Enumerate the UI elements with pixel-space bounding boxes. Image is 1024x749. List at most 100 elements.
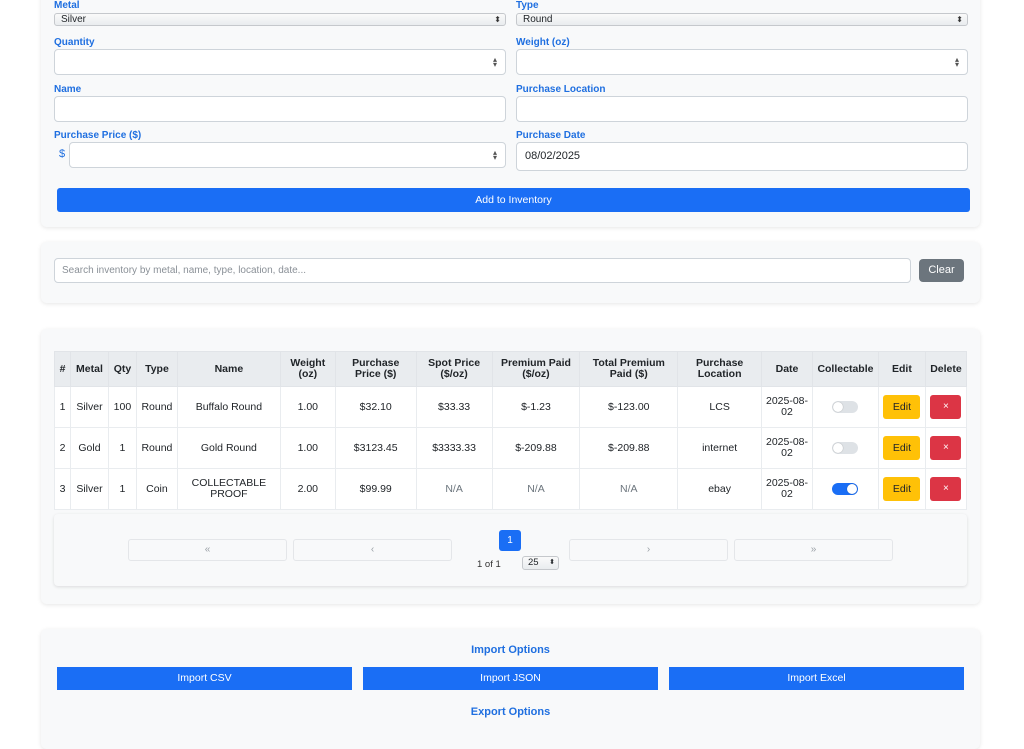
col-header-edit: Edit [877,351,926,387]
cell-type: Round [135,427,178,469]
select-arrows-icon: ⬍ [956,15,963,24]
cell-name: COLLECTABLE PROOF [176,468,281,510]
col-header-num[interactable]: # [54,351,71,387]
col-header-spot-price[interactable]: Spot Price ($/oz) [415,351,493,387]
spinner-icon[interactable]: ▴ ▾ [493,56,497,69]
quantity-label: Quantity [54,37,95,48]
collectable-toggle[interactable] [832,401,859,413]
toggle-knob [847,484,858,494]
col-header-total-premium[interactable]: Total Premium Paid ($) [579,351,679,387]
cell-delete: × [924,386,968,428]
col-header-weight[interactable]: Weight (oz) [279,351,336,387]
add-item-form: Metal Silver ⬍ Type Round ⬍ Quantity ▴ ▾ … [41,0,980,227]
import-excel-button[interactable]: Import Excel [669,667,964,690]
prev-page-button[interactable]: ‹ [293,539,452,561]
first-page-button[interactable]: « [128,539,287,561]
inventory-table: # Metal Qty Type Name Weight (oz) Purcha… [54,351,968,510]
cell-weight: 1.00 [279,427,336,469]
cell-metal: Silver [69,468,109,510]
cell-location: ebay [677,468,763,510]
delete-button[interactable]: × [930,395,962,419]
page-size-value: 25 [528,557,539,568]
currency-symbol: $ [59,148,66,160]
inventory-panel: # Metal Qty Type Name Weight (oz) Purcha… [41,329,980,604]
cell-date: 2025-08-02 [761,468,813,510]
cell-name: Gold Round [176,427,281,469]
cell-purchase-price: $32.10 [334,386,417,428]
metal-select[interactable]: Silver ⬍ [54,13,506,26]
select-arrows-icon: ⬍ [494,15,501,24]
cell-edit: Edit [877,427,926,469]
edit-button[interactable]: Edit [883,436,921,460]
cell-num: 1 [54,386,71,428]
edit-button[interactable]: Edit [883,477,921,501]
weight-input[interactable]: ▴ ▾ [516,49,968,75]
last-page-button[interactable]: » [734,539,893,561]
cell-collectable [811,386,879,428]
delete-button[interactable]: × [930,477,962,501]
cell-total-premium: N/A [579,468,679,510]
cell-purchase-price: $99.99 [334,468,417,510]
toggle-knob [833,443,844,453]
collectable-toggle[interactable] [832,483,859,495]
cell-metal: Gold [69,427,109,469]
col-header-metal[interactable]: Metal [69,351,109,387]
cell-delete: × [924,427,968,469]
pagination: « ‹ 1 1 of 1 25 ⬍ › » [54,514,967,586]
col-header-purchase-location[interactable]: Purchase Location [677,351,763,387]
edit-button[interactable]: Edit [883,395,921,419]
cell-purchase-price: $3123.45 [334,427,417,469]
import-json-button[interactable]: Import JSON [363,667,658,690]
table-row: 3 Silver 1 Coin COLLECTABLE PROOF 2.00 $… [54,468,968,510]
cell-type: Round [135,386,178,428]
current-page-button[interactable]: 1 [499,530,521,551]
type-select[interactable]: Round ⬍ [516,13,968,26]
name-input[interactable] [54,96,506,122]
purchase-date-label: Purchase Date [516,130,586,141]
cell-premium-paid: $-1.23 [491,386,581,428]
purchase-location-label: Purchase Location [516,84,606,95]
purchase-price-input[interactable]: ▴ ▾ [69,142,506,168]
purchase-location-input[interactable] [516,96,968,122]
cell-weight: 1.00 [279,386,336,428]
col-header-collectable[interactable]: Collectable [811,351,879,387]
toggle-knob [833,402,844,412]
quantity-input[interactable]: ▴ ▾ [54,49,506,75]
spinner-icon[interactable]: ▴ ▾ [493,149,497,162]
cell-num: 2 [54,427,71,469]
export-options-title: Export Options [470,706,551,718]
col-header-purchase-price[interactable]: Purchase Price ($) [334,351,417,387]
cell-collectable [811,427,879,469]
metal-select-value: Silver [61,14,87,25]
spinner-icon[interactable]: ▴ ▾ [955,56,959,69]
cell-name: Buffalo Round [176,386,281,428]
collectable-toggle[interactable] [832,442,859,454]
search-input[interactable]: Search inventory by metal, name, type, l… [54,258,911,283]
cell-metal: Silver [69,386,109,428]
cell-num: 3 [54,468,71,510]
cell-qty: 1 [107,468,137,510]
col-header-type[interactable]: Type [135,351,178,387]
cell-edit: Edit [877,468,926,510]
cell-edit: Edit [877,386,926,428]
col-header-name[interactable]: Name [176,351,281,387]
col-header-premium-paid[interactable]: Premium Paid ($/oz) [491,351,581,387]
page-size-select[interactable]: 25 ⬍ [522,556,559,570]
delete-button[interactable]: × [930,436,962,460]
cell-qty: 1 [107,427,137,469]
purchase-date-input[interactable]: 08/02/2025 [516,142,968,171]
search-panel: Search inventory by metal, name, type, l… [41,242,980,303]
cell-location: internet [677,427,763,469]
cell-total-premium: $-123.00 [579,386,679,428]
col-header-delete: Delete [924,351,968,387]
col-header-qty[interactable]: Qty [107,351,137,387]
col-header-date[interactable]: Date [761,351,813,387]
import-csv-button[interactable]: Import CSV [57,667,352,690]
cell-delete: × [924,468,968,510]
add-to-inventory-button[interactable]: Add to Inventory [57,188,970,212]
next-page-button[interactable]: › [569,539,728,561]
table-header-row: # Metal Qty Type Name Weight (oz) Purcha… [54,351,968,387]
cell-date: 2025-08-02 [761,427,813,469]
cell-premium-paid: $-209.88 [491,427,581,469]
clear-button[interactable]: Clear [919,259,964,282]
